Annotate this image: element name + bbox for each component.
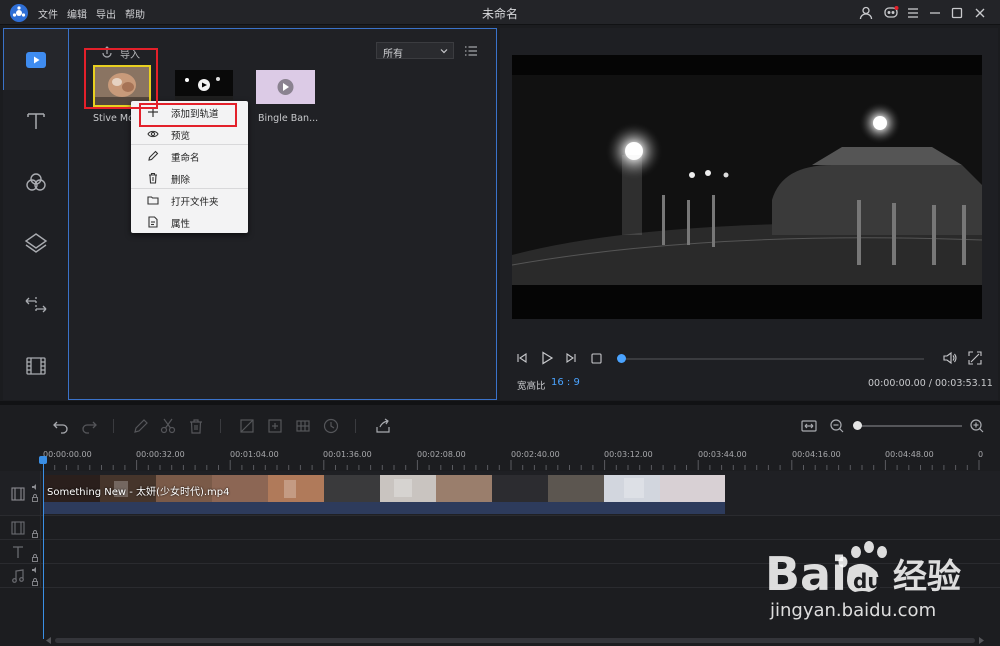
- lock-icon[interactable]: [31, 530, 39, 538]
- play-icon[interactable]: [540, 351, 554, 365]
- maximize-icon[interactable]: [949, 5, 965, 21]
- crop-icon[interactable]: [238, 417, 256, 435]
- playback-timecode: 00:00:00.00 / 00:03:53.11: [868, 378, 993, 389]
- sidebar-item-film[interactable]: [23, 353, 49, 379]
- duration-icon[interactable]: [322, 417, 340, 435]
- track-header-divider: [40, 471, 41, 588]
- scissors-icon[interactable]: [159, 417, 177, 435]
- fit-timeline-icon[interactable]: [800, 417, 818, 435]
- filter-value: 所有: [383, 49, 403, 60]
- zoom-out-icon[interactable]: [828, 417, 846, 435]
- eye-icon: [147, 128, 159, 140]
- close-icon[interactable]: [972, 5, 988, 21]
- video-preview: [512, 55, 982, 319]
- filter-select[interactable]: 所有: [376, 42, 454, 60]
- context-menu-delete[interactable]: 删除: [131, 167, 248, 189]
- lock-icon[interactable]: [31, 554, 39, 562]
- volume-icon[interactable]: [942, 351, 958, 365]
- aspect-ratio-label: 宽高比: [517, 381, 546, 392]
- ruler-tick-label: 00:02:08.00: [417, 450, 466, 459]
- mute-icon[interactable]: [31, 483, 39, 491]
- properties-icon: [147, 216, 159, 228]
- music-track-icon: [10, 568, 26, 584]
- folder-icon: [147, 194, 159, 206]
- playback-progress-handle[interactable]: [617, 354, 626, 363]
- media-item-3-name: Bingle Ban...: [258, 113, 319, 124]
- title-bar: 文件 编辑 导出 帮助 未命名: [0, 0, 1000, 25]
- sidebar-item-overlay[interactable]: [23, 230, 49, 256]
- feedback-icon[interactable]: [883, 5, 899, 21]
- scroll-left-icon[interactable]: [46, 637, 52, 644]
- ruler-tick-label: 00:02:40.00: [511, 450, 560, 459]
- edit-pencil-icon[interactable]: [132, 417, 150, 435]
- ruler-tick-label: 00:04:16.00: [792, 450, 841, 459]
- stop-icon[interactable]: [591, 353, 602, 364]
- toolbar-separator: [355, 419, 356, 433]
- pencil-icon: [147, 150, 159, 162]
- toolbar-separator: [220, 419, 221, 433]
- ruler-tick-label: 00:00:32.00: [136, 450, 185, 459]
- context-menu-properties[interactable]: 属性: [131, 211, 248, 233]
- media-item-2-thumbnail[interactable]: [175, 70, 233, 104]
- scroll-right-icon[interactable]: [978, 637, 984, 644]
- sidebar-item-text[interactable]: [23, 108, 49, 134]
- sidebar-item-transition[interactable]: [23, 292, 49, 318]
- watermark-url: jingyan.baidu.com: [770, 600, 937, 621]
- highlight-box-add-to-track: [139, 103, 237, 127]
- playback-progress-bar[interactable]: [621, 358, 924, 360]
- context-menu-open-folder[interactable]: 打开文件夹: [131, 189, 248, 211]
- fullscreen-icon[interactable]: [968, 351, 982, 365]
- video-track-icon: [10, 486, 26, 502]
- chevron-down-icon: [439, 46, 449, 56]
- ruler-tick-label: 00:01:36.00: [323, 450, 372, 459]
- baidu-watermark-logo: Bai du 经验: [763, 538, 993, 638]
- watermark-brand-du: du: [853, 569, 882, 593]
- overlay-track-row: [0, 516, 1000, 540]
- trash-icon: [147, 172, 159, 184]
- zoom-in-icon[interactable]: [968, 417, 986, 435]
- playhead-line[interactable]: [43, 459, 44, 639]
- media-item-1-name: Stive Mo: [93, 113, 134, 124]
- redo-icon[interactable]: [80, 417, 98, 435]
- list-view-icon[interactable]: [464, 44, 478, 58]
- media-item-3-thumbnail[interactable]: [256, 70, 315, 104]
- previous-frame-icon[interactable]: [516, 352, 528, 364]
- user-icon[interactable]: [858, 5, 874, 21]
- next-frame-icon[interactable]: [565, 352, 577, 364]
- export-share-icon[interactable]: [374, 417, 392, 435]
- window-title: 未命名: [481, 7, 518, 21]
- mosaic-icon[interactable]: [294, 417, 312, 435]
- video-clip-name: Something New - 太妍(少女时代).mp4: [47, 487, 230, 498]
- delete-icon[interactable]: [187, 417, 205, 435]
- timeline-horizontal-scrollbar[interactable]: [55, 638, 975, 643]
- ruler-tick-label: 0: [978, 450, 984, 459]
- ruler-tick-label: 00:01:04.00: [230, 450, 279, 459]
- overlay-track-icon: [10, 520, 26, 536]
- aspect-ratio-value[interactable]: 16 : 9: [551, 377, 580, 388]
- playhead-handle[interactable]: [39, 456, 47, 464]
- menu-icon[interactable]: [905, 5, 921, 21]
- ruler-tick-label: 00:03:12.00: [604, 450, 653, 459]
- text-track-icon: [10, 544, 26, 560]
- lock-icon[interactable]: [31, 578, 39, 586]
- sidebar-item-filter[interactable]: [23, 170, 49, 196]
- zoom-slider-track[interactable]: [857, 425, 962, 427]
- ruler-tick-label: 00:04:48.00: [885, 450, 934, 459]
- mute-icon[interactable]: [31, 566, 39, 574]
- ruler-tick-label: 00:03:44.00: [698, 450, 747, 459]
- context-menu-rename[interactable]: 重命名: [131, 145, 248, 167]
- lock-icon[interactable]: [31, 494, 39, 502]
- watermark-brand: Bai: [765, 547, 847, 600]
- minimize-icon[interactable]: [927, 5, 943, 21]
- undo-icon[interactable]: [52, 417, 70, 435]
- toolbar-separator: [113, 419, 114, 433]
- watermark-brand-cn: 经验: [893, 557, 961, 597]
- highlight-box-thumbnail: [84, 48, 158, 109]
- ruler-tick-label: 00:00:00.00: [43, 450, 92, 459]
- zoom-slider-handle[interactable]: [853, 421, 862, 430]
- zoom-frame-icon[interactable]: [266, 417, 284, 435]
- sidebar-item-media[interactable]: [23, 48, 49, 74]
